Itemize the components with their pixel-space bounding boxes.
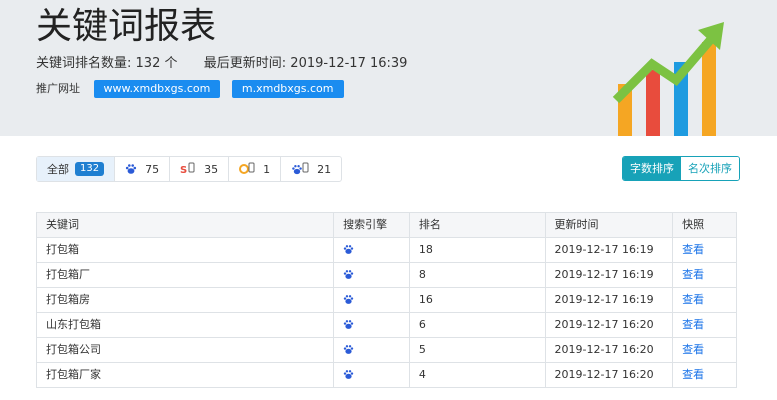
sort-toggle: 字数排序 名次排序: [622, 156, 740, 181]
sort-by-rank-button[interactable]: 名次排序: [681, 157, 739, 180]
snapshot-cell: 查看: [673, 363, 736, 387]
rank-cell: 6: [410, 313, 546, 337]
baidu-paw-icon: [343, 369, 354, 379]
header-rank: 排名: [410, 213, 546, 237]
engine-filter-group: 全部 132 75 S 35 1 21: [36, 156, 343, 182]
so360-mobile-icon: S: [180, 162, 195, 176]
update-time-cell: 2019-12-17 16:19: [546, 238, 674, 262]
baidu-paw-icon: [343, 294, 354, 304]
promo-url-mobile-button[interactable]: m.xmdbxgs.com: [231, 80, 344, 98]
baidu-mobile-icon: [292, 162, 309, 175]
header-update-time: 更新时间: [546, 213, 674, 237]
baidu-paw-icon: [343, 319, 354, 329]
promo-url-www-button[interactable]: www.xmdbxgs.com: [93, 80, 221, 98]
snapshot-cell: 查看: [673, 288, 736, 312]
engine-cell: [334, 238, 410, 262]
view-snapshot-link[interactable]: 查看: [682, 343, 704, 356]
svg-text:S: S: [180, 165, 187, 176]
last-update-label: 最后更新时间:: [203, 56, 287, 71]
view-snapshot-link[interactable]: 查看: [682, 268, 704, 281]
rank-cell: 4: [410, 363, 546, 387]
filter-sogou-mobile[interactable]: 1: [229, 157, 282, 181]
table-row: 打包箱 18 2019-12-17 16:19 查看: [37, 238, 736, 263]
last-update-value: 2019-12-17 16:39: [290, 56, 408, 71]
view-snapshot-link[interactable]: 查看: [682, 243, 704, 256]
engine-cell: [334, 263, 410, 287]
keyword-cell: 打包箱公司: [37, 338, 335, 362]
promo-urls: 推广网址 www.xmdbxgs.com m.xmdbxgs.com: [36, 80, 352, 98]
engine-cell: [334, 363, 410, 387]
view-snapshot-link[interactable]: 查看: [682, 318, 704, 331]
keyword-count-value: 132 个: [135, 56, 178, 71]
header-keyword: 关键词: [37, 213, 335, 237]
rank-cell: 8: [410, 263, 546, 287]
table-row: 打包箱房 16 2019-12-17 16:19 查看: [37, 288, 736, 313]
table-row: 打包箱厂 8 2019-12-17 16:19 查看: [37, 263, 736, 288]
filter-baidu-mobile[interactable]: 21: [281, 157, 341, 181]
summary-line: 关键词排名数量: 132 个 最后更新时间: 2019-12-17 16:39: [36, 52, 407, 71]
page-title: 关键词报表: [36, 6, 217, 47]
sogou-mobile-icon: [239, 162, 255, 174]
promo-label: 推广网址: [36, 82, 80, 95]
filter-baidu[interactable]: 75: [115, 157, 171, 181]
engine-cell: [334, 313, 410, 337]
filter-all-count: 132: [75, 162, 105, 176]
keyword-cell: 山东打包箱: [37, 313, 335, 337]
engine-cell: [334, 288, 410, 312]
view-snapshot-link[interactable]: 查看: [682, 368, 704, 381]
keyword-count-label: 关键词排名数量:: [36, 56, 132, 71]
table-row: 山东打包箱 6 2019-12-17 16:20 查看: [37, 313, 736, 338]
update-time-cell: 2019-12-17 16:19: [546, 263, 674, 287]
baidu-paw-icon: [125, 164, 137, 174]
rank-cell: 18: [410, 238, 546, 262]
update-time-cell: 2019-12-17 16:20: [546, 363, 674, 387]
sort-by-chars-button[interactable]: 字数排序: [623, 157, 681, 180]
filter-360-mobile[interactable]: S 35: [170, 157, 230, 181]
baidu-paw-icon: [343, 269, 354, 279]
update-time-cell: 2019-12-17 16:20: [546, 338, 674, 362]
keyword-cell: 打包箱房: [37, 288, 335, 312]
filter-all-label: 全部: [47, 163, 69, 176]
keyword-cell: 打包箱厂家: [37, 363, 335, 387]
view-snapshot-link[interactable]: 查看: [682, 293, 704, 306]
growth-chart-icon: [612, 22, 724, 136]
filter-360-count: 35: [204, 162, 219, 176]
filter-sogou-count: 1: [263, 162, 271, 176]
snapshot-cell: 查看: [673, 313, 736, 337]
baidu-paw-icon: [343, 244, 354, 254]
keyword-cell: 打包箱: [37, 238, 335, 262]
update-time-cell: 2019-12-17 16:19: [546, 288, 674, 312]
rank-cell: 5: [410, 338, 546, 362]
table-row: 打包箱公司 5 2019-12-17 16:20 查看: [37, 338, 736, 363]
filter-baidu-count: 75: [145, 162, 160, 176]
header-engine: 搜索引擎: [334, 213, 410, 237]
filter-all[interactable]: 全部 132: [37, 157, 116, 181]
baidu-paw-icon: [343, 344, 354, 354]
table-header-row: 关键词 搜索引擎 排名 更新时间 快照: [37, 213, 736, 238]
snapshot-cell: 查看: [673, 238, 736, 262]
snapshot-cell: 查看: [673, 338, 736, 362]
rank-cell: 16: [410, 288, 546, 312]
keyword-cell: 打包箱厂: [37, 263, 335, 287]
engine-cell: [334, 338, 410, 362]
page-header: 关键词报表 关键词排名数量: 132 个 最后更新时间: 2019-12-17 …: [0, 0, 777, 136]
header-snapshot: 快照: [682, 218, 705, 231]
update-time-cell: 2019-12-17 16:20: [546, 313, 674, 337]
filter-baidu-mobile-count: 21: [317, 162, 332, 176]
snapshot-cell: 查看: [673, 263, 736, 287]
keyword-table: 关键词 搜索引擎 排名 更新时间 快照 打包箱 18 2019-12-17 16:1…: [36, 212, 737, 388]
table-row: 打包箱厂家 4 2019-12-17 16:20 查看: [37, 363, 736, 388]
